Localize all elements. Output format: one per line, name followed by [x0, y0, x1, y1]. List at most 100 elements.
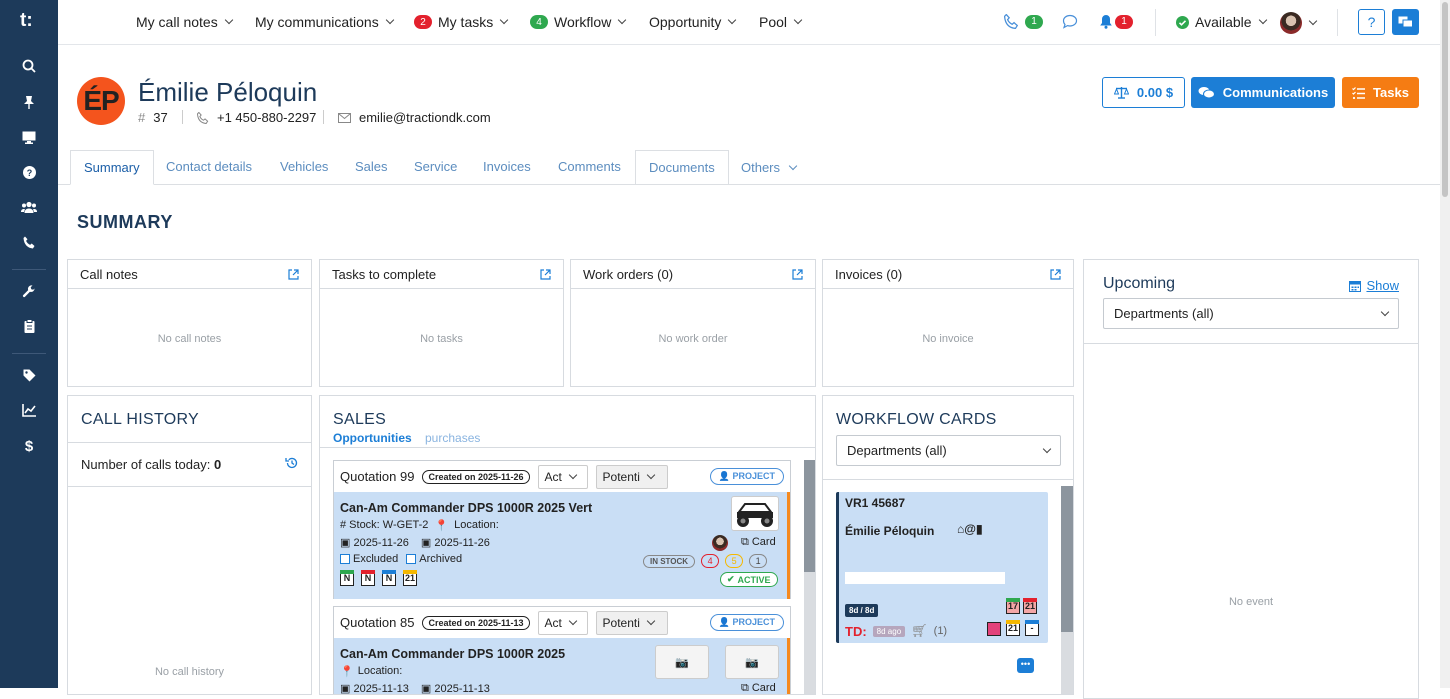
flags-line: Excluded Archived [340, 553, 462, 565]
monitor-icon[interactable] [19, 127, 39, 147]
step-calendar-icon[interactable]: N [340, 570, 354, 586]
empty-message: No call history [154, 666, 225, 678]
dates-line: ▣ 2025-11-26 ▣ 2025-11-26 [340, 536, 490, 549]
status-select[interactable]: Act [537, 610, 588, 635]
client-phone-value: +1 450-880-2297 [217, 110, 317, 125]
chevron-down-icon [568, 616, 578, 625]
notification-count-badge: 1 [1115, 14, 1133, 29]
nav-opportunity[interactable]: Opportunity [649, 14, 737, 30]
phone-icon[interactable] [19, 232, 39, 252]
client-phone[interactable]: +1 450-880-2297 [197, 110, 316, 125]
tab-invoices[interactable]: Invoices [470, 150, 544, 185]
status-select[interactable]: Act [537, 464, 588, 489]
card-link[interactable]: ⧉ Card [741, 682, 776, 694]
show-calendar-link[interactable]: Show [1349, 278, 1399, 293]
chevron-down-icon [568, 470, 578, 479]
tab-vehicles[interactable]: Vehicles [267, 150, 341, 185]
external-link-icon[interactable] [288, 268, 299, 280]
chevron-down-icon [646, 470, 656, 479]
tab-documents[interactable]: Documents [635, 150, 729, 184]
step-calendar-icon[interactable]: - [1025, 620, 1039, 636]
client-email[interactable]: emilie@tractiondk.com [338, 110, 491, 125]
scale-icon [1113, 87, 1129, 99]
workflow-item[interactable]: VR1 45687 Émilie Péloquin ⌂@▮ 17 21 8d /… [836, 492, 1048, 643]
help-icon[interactable]: ? [19, 162, 39, 182]
vehicle-name: Can-Am Commander DPS 1000R 2025 Vert [340, 501, 593, 515]
nav-tasks[interactable]: 2 My tasks [414, 14, 509, 30]
active-label: ACTIVE [737, 574, 771, 585]
status-dropdown[interactable]: Available [1176, 14, 1267, 30]
tab-others[interactable]: Others [728, 150, 809, 185]
tab-contact-details[interactable]: Contact details [153, 150, 265, 185]
pin-icon[interactable] [19, 92, 39, 112]
help-button[interactable]: ? [1358, 9, 1385, 35]
tab-service[interactable]: Service [401, 150, 470, 185]
chevron-down-icon [793, 15, 803, 25]
dollar-icon[interactable]: $ [19, 436, 39, 456]
external-link-icon[interactable] [540, 268, 551, 280]
users-icon[interactable] [19, 197, 39, 217]
step-calendar-icon[interactable]: N [382, 570, 396, 586]
tab-purchases[interactable]: purchases [425, 431, 480, 445]
tab-sales[interactable]: Sales [342, 150, 401, 185]
chevron-down-icon [1380, 307, 1390, 316]
type-select[interactable]: Potenti [595, 464, 668, 489]
step-calendar-icon[interactable]: N [361, 570, 375, 586]
phone-count-badge: 1 [1025, 14, 1043, 29]
vehicle-thumbnail[interactable] [731, 496, 779, 531]
upcoming-card: Upcoming Show Departments (all) No event [1083, 259, 1419, 699]
tasks-button[interactable]: Tasks [1342, 77, 1419, 108]
departments-dropdown[interactable]: Departments (all) [1103, 298, 1399, 329]
external-link-icon[interactable] [1050, 268, 1061, 280]
communications-button[interactable]: Communications [1191, 77, 1335, 108]
phone-calls-button[interactable]: 1 [1004, 14, 1043, 29]
chart-icon[interactable] [19, 400, 39, 420]
type-select[interactable]: Potenti [595, 610, 668, 635]
external-link-icon[interactable] [792, 268, 803, 280]
messages-button[interactable] [1392, 9, 1419, 35]
comment-icon[interactable]: ••• [1017, 658, 1034, 673]
step-calendar-icon[interactable]: 21 [1023, 598, 1037, 614]
workflow-scrollbar[interactable] [1061, 486, 1073, 694]
search-icon[interactable] [19, 56, 39, 76]
card-title: Call notes [80, 266, 138, 282]
archived-checkbox[interactable]: Archived [406, 553, 462, 565]
nav-call-notes[interactable]: My call notes [136, 14, 233, 30]
departments-dropdown[interactable]: Departments (all) [836, 435, 1061, 466]
notifications-button[interactable]: 1 [1099, 14, 1133, 29]
wrench-icon[interactable] [19, 282, 39, 302]
card-link[interactable]: ⧉ Card [741, 536, 776, 549]
tag-icon[interactable] [19, 365, 39, 385]
card-link-label: Card [751, 682, 776, 694]
sales-scrollbar[interactable] [804, 460, 815, 694]
nav-communications[interactable]: My communications [255, 14, 394, 30]
chevron-down-icon [1258, 15, 1267, 25]
step-calendar-icon[interactable]: 21 [1006, 620, 1020, 636]
location-line: 📍 Location: [340, 665, 402, 678]
app-logo[interactable]: t: [20, 11, 40, 31]
nav-pool[interactable]: Pool [759, 14, 803, 30]
select-value: Act [544, 469, 562, 484]
page-scrollbar[interactable] [1440, 0, 1450, 688]
tab-summary[interactable]: Summary [70, 150, 154, 185]
chat-button[interactable] [1062, 14, 1078, 29]
step-calendar-icon[interactable]: 17 [1006, 598, 1020, 614]
clipboard-icon[interactable] [19, 316, 39, 336]
tab-comments[interactable]: Comments [545, 150, 634, 185]
excluded-checkbox[interactable]: Excluded [340, 553, 398, 565]
empty-message: No tasks [420, 333, 463, 345]
nav-workflow[interactable]: 4 Workflow [530, 14, 627, 30]
balance-button[interactable]: 0.00 $ [1102, 77, 1185, 108]
quotation-card[interactable]: Quotation 99 Created on 2025-11-26 Act P… [333, 460, 791, 599]
excluded-label: Excluded [353, 553, 399, 565]
quotation-card[interactable]: Quotation 85 Created on 2025-11-13 Act P… [333, 606, 791, 694]
history-icon[interactable] [285, 456, 299, 470]
location-pin-icon: 📍 [434, 520, 449, 532]
location-label: Location: [454, 519, 499, 531]
dropdown-value: Departments (all) [1114, 306, 1214, 321]
user-menu[interactable] [1280, 12, 1318, 34]
store-icon[interactable] [987, 622, 1001, 636]
step-calendar-icon[interactable]: 21 [403, 570, 417, 586]
bell-icon [1100, 15, 1112, 29]
tab-opportunities[interactable]: Opportunities [333, 431, 412, 445]
